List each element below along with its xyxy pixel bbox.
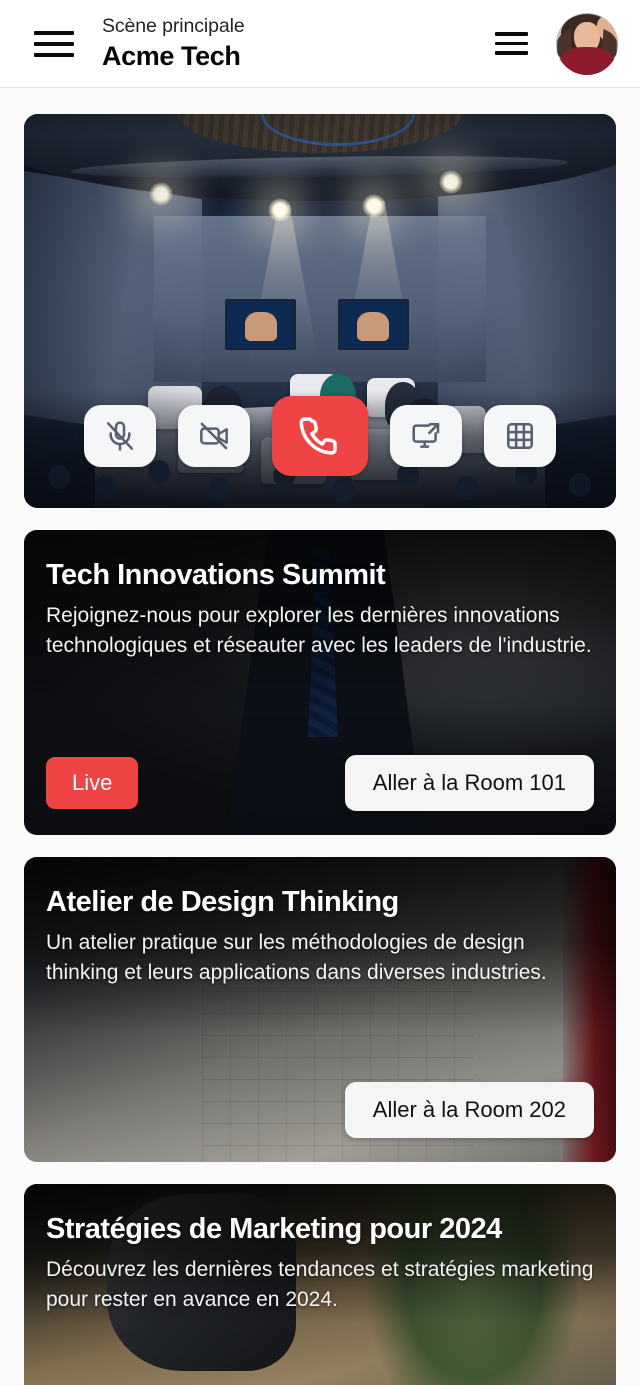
app-header: Scène principale Acme Tech [0, 0, 640, 88]
card-title: Tech Innovations Summit [46, 559, 386, 591]
end-call-icon[interactable] [272, 396, 368, 476]
hamburger-bar [495, 41, 528, 46]
hamburger-menu-icon[interactable] [34, 28, 74, 60]
screen-share-icon[interactable] [390, 405, 462, 467]
card-title: Stratégies de Marketing pour 2024 [46, 1213, 502, 1245]
event-card[interactable]: Tech Innovations Summit Rejoignez-nous p… [24, 530, 616, 835]
event-card[interactable]: Stratégies de Marketing pour 2024 Découv… [24, 1184, 616, 1385]
hamburger-bar [34, 52, 74, 57]
mic-off-icon[interactable] [84, 405, 156, 467]
go-to-room-button[interactable]: Aller à la Room 202 [344, 1082, 594, 1138]
card-text: Atelier de Design Thinking Un atelier pr… [46, 885, 594, 989]
card-text: Stratégies de Marketing pour 2024 Découv… [46, 1212, 594, 1316]
page-title: Acme Tech [102, 41, 241, 72]
card-text: Tech Innovations Summit Rejoignez-nous p… [46, 558, 594, 662]
card-actions: Live Aller à la Room 101 [46, 755, 594, 811]
hamburger-bar [495, 32, 528, 36]
secondary-hamburger-menu-icon[interactable] [495, 30, 528, 58]
camera-off-icon[interactable] [178, 405, 250, 467]
call-controls [24, 396, 616, 476]
hamburger-bar [34, 30, 74, 35]
card-description: Rejoignez-nous pour explorer les dernièr… [46, 604, 592, 658]
go-to-room-button[interactable]: Aller à la Room 101 [344, 755, 594, 811]
card-description: Découvrez les dernières tendances et str… [46, 1258, 594, 1312]
card-actions: Aller à la Room 202 [46, 1082, 594, 1138]
header-titles: Scène principale Acme Tech [102, 14, 495, 73]
main-content: Tech Innovations Summit Rejoignez-nous p… [0, 88, 640, 1385]
hamburger-bar [495, 51, 528, 55]
header-actions [495, 12, 618, 75]
stage-subtitle: Scène principale [102, 14, 245, 37]
hamburger-bar [34, 41, 74, 46]
live-badge[interactable]: Live [46, 757, 139, 809]
video-stage[interactable] [24, 114, 616, 508]
grid-layout-icon[interactable] [484, 405, 556, 467]
avatar-clothing [559, 47, 615, 75]
card-description: Un atelier pratique sur les méthodologie… [46, 931, 547, 985]
avatar[interactable] [556, 12, 618, 75]
event-card[interactable]: Atelier de Design Thinking Un atelier pr… [24, 857, 616, 1162]
card-title: Atelier de Design Thinking [46, 886, 399, 918]
